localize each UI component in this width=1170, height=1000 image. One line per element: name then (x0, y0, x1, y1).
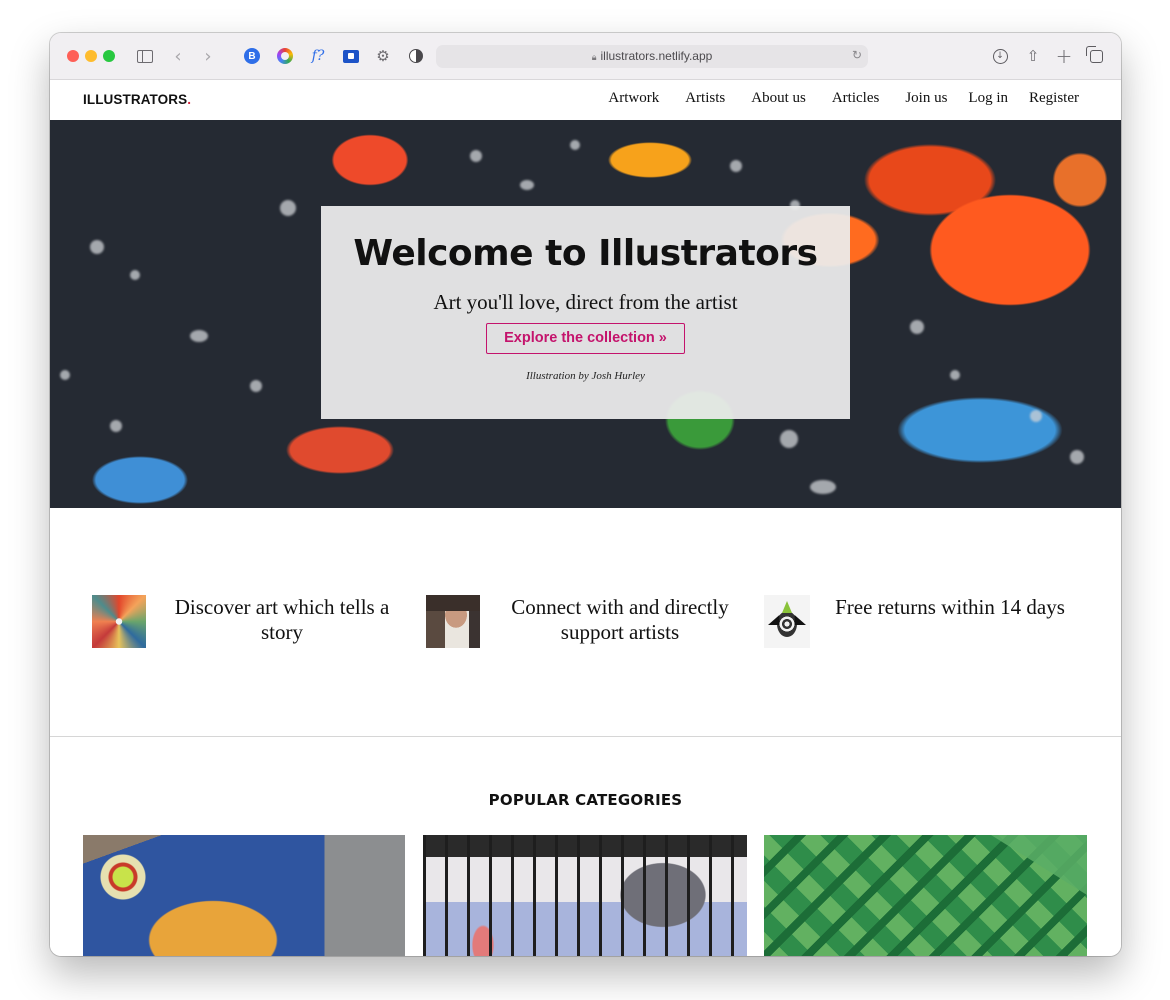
hero-title: Welcome to Illustrators (353, 233, 818, 274)
forward-icon[interactable]: › (200, 45, 216, 67)
art-thumbnail (92, 595, 146, 648)
features-section: Discover art which tells a story Connect… (50, 508, 1121, 737)
logo-dot: . (187, 92, 192, 107)
hero-subtitle: Art you'll love, direct from the artist (433, 290, 738, 314)
artist-photo-thumbnail (426, 595, 480, 648)
feature-text: Free returns within 14 days (835, 595, 1065, 619)
feature-connect: Connect with and directly support artist… (426, 595, 740, 648)
main-nav: Artwork Artists About us Articles Join u… (582, 90, 1079, 107)
minimize-window-button[interactable] (85, 50, 97, 62)
nav-join-us[interactable]: Join us (905, 90, 947, 107)
tab-overview-icon[interactable] (1085, 45, 1105, 67)
share-icon[interactable]: ⇧ (1024, 45, 1042, 67)
site-header: ILLUSTRATORS. Artwork Artists About us A… (50, 80, 1121, 120)
feature-text: Connect with and directly support artist… (511, 595, 729, 644)
nav-artists[interactable]: Artists (685, 90, 725, 107)
web-page: ILLUSTRATORS. Artwork Artists About us A… (50, 80, 1121, 956)
feature-returns: Free returns within 14 days (764, 595, 1074, 648)
category-illustration-trees[interactable] (764, 835, 1087, 956)
explore-collection-button[interactable]: Explore the collection » (486, 323, 685, 354)
hero-card: Welcome to Illustrators Art you'll love,… (321, 206, 850, 419)
bitwarden-icon[interactable]: B (243, 45, 261, 67)
screenshot-extension-icon[interactable] (342, 45, 360, 67)
nav-log-in[interactable]: Log in (968, 90, 1008, 107)
close-window-button[interactable] (67, 50, 79, 62)
color-picker-icon[interactable] (276, 45, 294, 67)
nav-artwork[interactable]: Artwork (608, 90, 659, 107)
lock-icon: 🔒︎ (591, 52, 597, 62)
feature-discover: Discover art which tells a story (92, 595, 398, 648)
reload-icon[interactable]: ↻ (852, 48, 862, 62)
nav-about-us[interactable]: About us (751, 90, 806, 107)
address-bar[interactable]: 🔒︎ illustrators.netlify.app ↻ (436, 45, 868, 68)
settings-gear-icon[interactable]: ⚙ (374, 45, 392, 67)
browser-toolbar: ‹ › B f? ⚙ 🔒︎ illustrators.netlify.app ↻ … (50, 33, 1121, 80)
privacy-shield-icon[interactable] (407, 45, 425, 67)
pineapple-bat-thumbnail (764, 595, 810, 648)
site-logo[interactable]: ILLUSTRATORS. (83, 92, 191, 107)
feature-text: Discover art which tells a story (174, 595, 390, 644)
back-icon[interactable]: ‹ (170, 45, 186, 67)
zoom-window-button[interactable] (103, 50, 115, 62)
new-tab-icon[interactable]: + (1055, 44, 1073, 68)
category-illustration-car[interactable] (83, 835, 405, 956)
nav-articles[interactable]: Articles (832, 90, 879, 107)
popular-categories-section: POPULAR CATEGORIES (50, 737, 1121, 956)
sidebar-toggle-icon[interactable] (136, 45, 154, 67)
categories-heading: POPULAR CATEGORIES (488, 791, 683, 809)
font-identifier-icon[interactable]: f? (308, 45, 328, 67)
hero-credit: Illustration by Josh Hurley (526, 370, 645, 382)
category-illustration-raccoons[interactable] (423, 835, 747, 956)
browser-window: ‹ › B f? ⚙ 🔒︎ illustrators.netlify.app ↻ … (50, 33, 1121, 956)
downloads-icon[interactable]: ↓ (991, 45, 1009, 67)
address-url: illustrators.netlify.app (600, 49, 713, 63)
nav-register[interactable]: Register (1029, 90, 1079, 107)
hero-banner: Welcome to Illustrators Art you'll love,… (50, 120, 1121, 508)
